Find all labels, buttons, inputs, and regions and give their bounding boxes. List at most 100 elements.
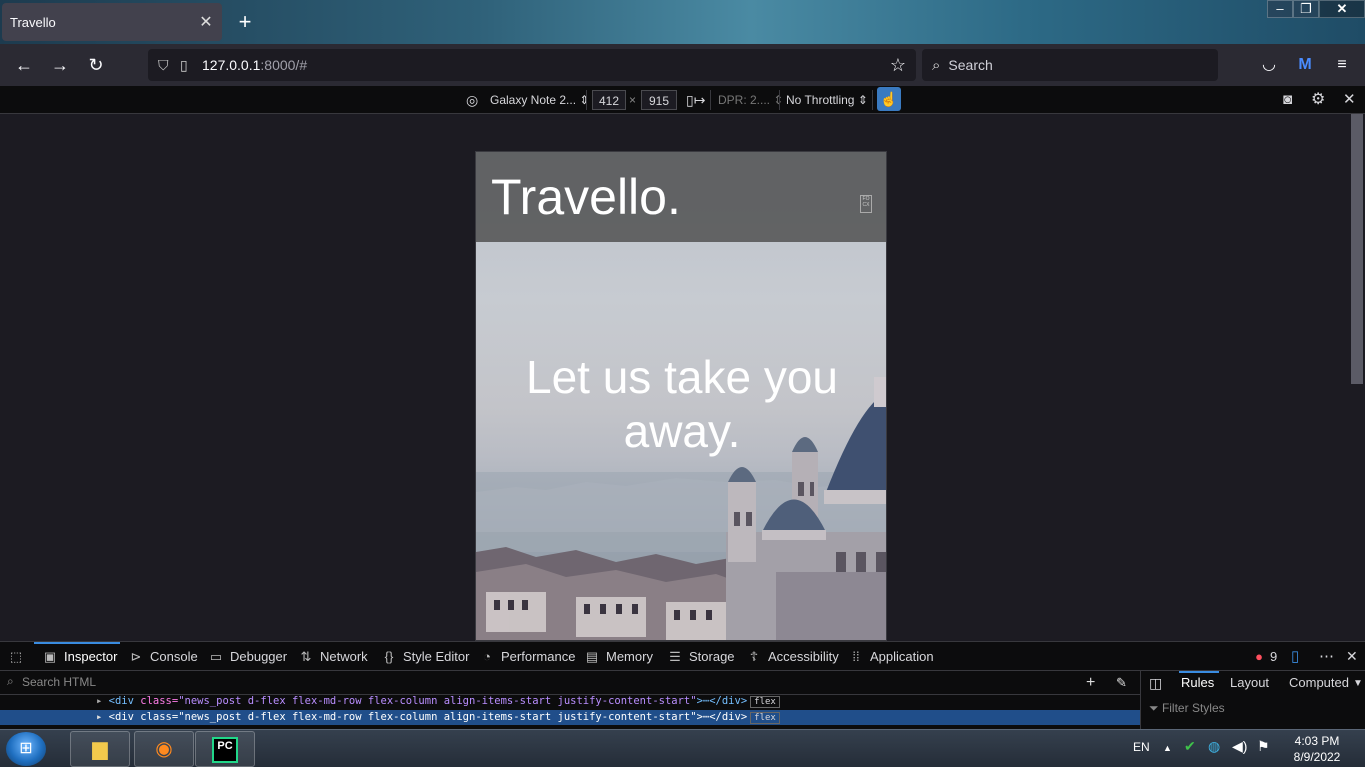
search-icon: ⌕: [7, 674, 14, 688]
tab-storage[interactable]: ☰ Storage: [667, 642, 734, 671]
file-explorer-icon[interactable]: ▆: [70, 731, 130, 767]
tab-label: Network: [320, 649, 368, 664]
touch-simulation-icon[interactable]: ☝: [877, 87, 901, 111]
expand-triangle-icon[interactable]: ▸: [96, 711, 102, 723]
error-icon: ●: [1255, 649, 1263, 664]
tab-label: Inspector: [64, 649, 118, 664]
app-tray-icon[interactable]: ◍: [1208, 738, 1220, 755]
clock-time: 4:03 PM: [1294, 734, 1340, 748]
show-hidden-icons-icon[interactable]: ▲: [1163, 743, 1172, 753]
divider: [779, 90, 780, 110]
forward-icon[interactable]: →: [46, 52, 74, 78]
new-tab-button[interactable]: +: [232, 8, 258, 36]
dpr-selector[interactable]: DPR: 2.... ⇕: [718, 90, 783, 110]
search-placeholder: Search: [948, 57, 993, 73]
reload-icon[interactable]: ↻: [82, 52, 110, 78]
viewport-height-input[interactable]: 915: [641, 90, 677, 110]
scrollbar-thumb[interactable]: [1351, 114, 1363, 384]
search-bar[interactable]: ⌕ Search: [922, 49, 1218, 81]
divider: [872, 90, 873, 110]
site-logo[interactable]: Travello.: [491, 168, 681, 226]
accessibility-icon: ☦: [749, 649, 759, 664]
tab-network[interactable]: ⇅ Network: [298, 642, 368, 671]
more-options-icon[interactable]: ⋯: [1319, 642, 1334, 671]
eyedropper-icon[interactable]: ✎: [1116, 675, 1127, 691]
tab-computed[interactable]: Computed: [1289, 675, 1349, 690]
dock-side-icon[interactable]: ▯: [1291, 642, 1299, 671]
security-tray-icon[interactable]: ✔: [1184, 738, 1196, 755]
url-host: 127.0.0.1: [202, 57, 261, 73]
url-path: :8000/#: [260, 57, 308, 73]
tab-inspector[interactable]: ▣ Inspector: [42, 642, 118, 671]
filter-styles-input[interactable]: ⏷ Filter Styles: [1149, 701, 1225, 716]
menu-icon[interactable]: ≡: [1329, 52, 1355, 78]
debugger-icon: ▭: [209, 649, 223, 664]
screenshot-icon[interactable]: ◙: [1283, 90, 1292, 110]
node-attr-value: "news_post d-flex flex-md-row flex-colum…: [178, 695, 697, 707]
tab-console[interactable]: ⊳ Console: [128, 642, 198, 671]
browser-tab[interactable]: Travello ✕: [2, 3, 222, 41]
node-attr: class=: [140, 711, 179, 723]
close-window-icon[interactable]: ✕: [1319, 0, 1365, 18]
markup-node-selected[interactable]: ▸ <div class="news_post d-flex flex-md-r…: [96, 710, 780, 725]
element-picker-icon[interactable]: ⬚: [8, 642, 24, 671]
tab-title: Travello: [10, 14, 56, 30]
tab-performance[interactable]: ◔ Performance: [479, 642, 575, 671]
restore-icon[interactable]: ❐: [1293, 0, 1319, 18]
tab-application[interactable]: ⁞⁞ Application: [848, 642, 933, 671]
dpr-value: DPR: 2....: [718, 93, 771, 107]
navbar-toggler-icon[interactable]: FO CX: [860, 195, 872, 213]
memory-icon: ▤: [585, 649, 599, 664]
tab-accessibility[interactable]: ☦ Accessibility: [746, 642, 839, 671]
clock-date: 8/9/2022: [1293, 750, 1341, 764]
start-button[interactable]: ⊞: [6, 732, 46, 766]
url-bar[interactable]: ⛉ ▯ 127.0.0.1 :8000/# ☆: [148, 49, 916, 81]
page-info-icon[interactable]: ▯: [180, 57, 202, 74]
tab-layout[interactable]: Layout: [1230, 675, 1269, 690]
divider: [710, 90, 711, 110]
hero-tagline: Let us take you away.: [526, 351, 838, 457]
add-node-icon[interactable]: +: [1086, 674, 1095, 692]
application-icon: ⁞⁞: [852, 649, 860, 664]
close-rdm-icon[interactable]: ✕: [1343, 90, 1356, 110]
firefox-icon[interactable]: ◉: [134, 731, 194, 767]
console-icon: ⊳: [130, 649, 142, 664]
search-html-input[interactable]: ⌕ Search HTML: [0, 671, 1140, 695]
tab-label: Console: [150, 649, 198, 664]
bookmark-star-icon[interactable]: ☆: [890, 55, 906, 76]
selected-tab-indicator: [1179, 671, 1219, 673]
pycharm-icon[interactable]: PC: [195, 731, 255, 767]
minimize-icon[interactable]: –: [1267, 0, 1293, 18]
toggle-sidebar-icon[interactable]: ◫: [1149, 675, 1162, 692]
navigation-bar: ← → ↻ ⛉ ▯ 127.0.0.1 :8000/# ☆ ⌕ Search ◡…: [0, 44, 1365, 86]
throttling-selector[interactable]: No Throttling ⇕: [786, 90, 868, 110]
device-selector[interactable]: Galaxy Note 2... ⇕: [490, 90, 589, 110]
flex-badge[interactable]: flex: [750, 696, 780, 708]
error-count: 9: [1270, 649, 1278, 664]
tab-style-editor[interactable]: {} Style Editor: [381, 642, 470, 671]
settings-gear-icon[interactable]: ⚙: [1311, 90, 1325, 110]
windows-taskbar: ⊞ ▆ ◉ PC EN ▲ ✔ ◍ ◀) ⚑ 4:03 PM 8/9/2022: [0, 729, 1365, 767]
error-count-badge[interactable]: ● 9: [1251, 642, 1277, 671]
node-tag: <div: [108, 695, 141, 707]
tab-debugger[interactable]: ▭ Debugger: [208, 642, 287, 671]
extension-icon[interactable]: M: [1292, 52, 1318, 78]
close-devtools-icon[interactable]: ✕: [1346, 642, 1358, 671]
volume-icon[interactable]: ◀): [1232, 738, 1247, 755]
viewport-width-input[interactable]: 412: [592, 90, 626, 110]
tracking-protection-icon[interactable]: ⛉: [158, 57, 180, 74]
close-tab-icon[interactable]: ✕: [198, 12, 214, 32]
rotate-icon[interactable]: ▯↦: [686, 90, 705, 110]
back-icon[interactable]: ←: [10, 52, 38, 78]
chevron-down-icon[interactable]: ▼: [1353, 678, 1363, 689]
tab-rules[interactable]: Rules: [1181, 675, 1214, 690]
system-clock[interactable]: 4:03 PM 8/9/2022: [1286, 733, 1348, 765]
markup-node[interactable]: ▸ <div class="news_post d-flex flex-md-r…: [96, 694, 780, 709]
language-indicator[interactable]: EN: [1133, 740, 1150, 754]
pocket-icon[interactable]: ◡: [1256, 52, 1282, 78]
expand-triangle-icon[interactable]: ▸: [96, 695, 102, 707]
search-html-placeholder: Search HTML: [22, 675, 97, 689]
tab-memory[interactable]: ▤ Memory: [584, 642, 653, 671]
action-center-flag-icon[interactable]: ⚑: [1257, 738, 1270, 755]
flex-badge[interactable]: flex: [750, 712, 780, 724]
